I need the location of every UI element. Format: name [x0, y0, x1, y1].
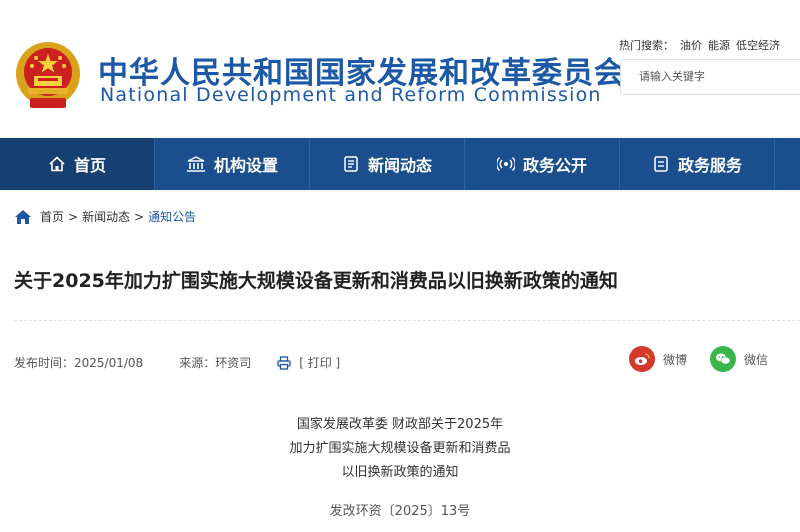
- hot-keyword-link[interactable]: 油价: [680, 39, 702, 52]
- service-icon: [654, 156, 668, 172]
- document-heading-line: 以旧换新政策的通知: [341, 465, 459, 480]
- divider: [14, 320, 800, 321]
- source-label: 来源：: [179, 356, 216, 370]
- print-button[interactable]: [ 打印 ]: [277, 354, 340, 371]
- main-nav: 首页 机构设置 新闻动态 政务公开 政务服务: [0, 138, 800, 190]
- share-wechat-label: 微信: [744, 352, 769, 367]
- nav-item-organization[interactable]: 机构设置: [155, 138, 310, 190]
- building-icon: [186, 156, 205, 172]
- nav-label: 首页: [73, 156, 106, 175]
- share-wechat-button[interactable]: 微信: [710, 346, 768, 372]
- breadcrumb-news-link[interactable]: 新闻动态: [82, 208, 130, 225]
- home-icon[interactable]: [14, 209, 32, 225]
- breadcrumb-current[interactable]: 通知公告: [148, 208, 196, 225]
- breadcrumb: 首页 > 新闻动态 > 通知公告: [14, 208, 196, 225]
- nav-item-services[interactable]: 政务服务: [620, 138, 775, 190]
- broadcast-icon: [496, 156, 515, 172]
- site-title-en[interactable]: National Development and Reform Commissi…: [100, 84, 602, 106]
- printer-icon: [277, 355, 291, 370]
- article-meta: 发布时间： 2025/01/08 来源： 环资司 [ 打印 ]: [14, 354, 340, 371]
- hot-search: 热门搜索： 油价 能源 低空经济: [619, 37, 780, 53]
- publish-date: 2025/01/08: [74, 355, 144, 370]
- document-heading-line: 国家发展改革委 财政部关于2025年: [296, 417, 504, 432]
- national-emblem-icon[interactable]: [14, 40, 82, 112]
- share-weibo-label: 微博: [663, 352, 688, 367]
- home-icon: [49, 156, 65, 172]
- nav-label: 机构设置: [213, 156, 278, 175]
- nav-label: 政务服务: [677, 156, 742, 175]
- document-heading-line: 加力扩围实施大规模设备更新和消费品: [289, 441, 511, 456]
- wechat-icon: [710, 346, 736, 372]
- share-weibo-button[interactable]: 微博: [629, 346, 687, 372]
- breadcrumb-separator: >: [134, 209, 145, 224]
- hot-keyword-link[interactable]: 能源: [708, 39, 730, 52]
- hot-search-label: 热门搜索：: [619, 39, 674, 52]
- breadcrumb-home-link[interactable]: 首页: [40, 208, 64, 225]
- source-value: 环资司: [215, 356, 252, 370]
- breadcrumb-separator: >: [68, 209, 79, 224]
- site-header: 中华人民共和国国家发展和改革委员会 National Development a…: [0, 0, 800, 138]
- article-title: 关于2025年加力扩围实施大规模设备更新和消费品以旧换新政策的通知: [14, 270, 618, 292]
- publish-label: 发布时间：: [14, 356, 75, 370]
- document-number: 发改环资〔2025〕13号: [329, 504, 471, 519]
- nav-item-public-affairs[interactable]: 政务公开: [465, 138, 620, 190]
- nav-label: 新闻动态: [367, 156, 432, 175]
- hot-keyword-link[interactable]: 低空经济: [736, 39, 780, 52]
- weibo-icon: [629, 346, 655, 372]
- nav-item-news[interactable]: 新闻动态: [310, 138, 465, 190]
- document-heading: 国家发展改革委 财政部关于2025年 加力扩围实施大规模设备更新和消费品 以旧换…: [0, 413, 800, 485]
- nav-item-home[interactable]: 首页: [0, 138, 155, 190]
- news-icon: [344, 156, 358, 172]
- nav-label: 政务公开: [522, 156, 587, 175]
- print-label: [ 打印 ]: [299, 356, 341, 370]
- search-input[interactable]: 请输入关键字: [620, 59, 800, 95]
